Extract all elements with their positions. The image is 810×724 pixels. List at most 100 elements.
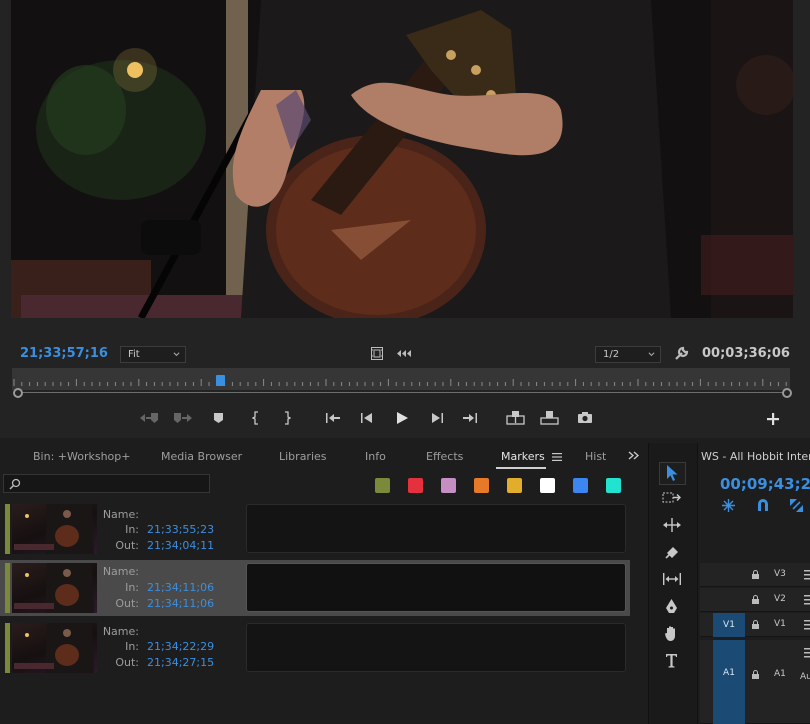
insert-icon[interactable] bbox=[506, 410, 525, 425]
program-monitor: 21;33;57;16 Fit 1/2 00;03;36;06 bbox=[0, 0, 810, 438]
marker-color-filter-cyan[interactable] bbox=[606, 478, 621, 493]
playback-resolution-select[interactable]: 1/2 bbox=[595, 346, 661, 363]
lock-icon[interactable] bbox=[751, 670, 760, 680]
marker-out-value[interactable]: 21;34;04;11 bbox=[147, 539, 214, 552]
marker-out-value[interactable]: 21;34;27;15 bbox=[147, 656, 214, 669]
track-label: V2 bbox=[774, 594, 786, 604]
play-icon[interactable] bbox=[395, 411, 409, 425]
mark-out-icon[interactable] bbox=[283, 411, 291, 425]
add-button-icon[interactable] bbox=[767, 413, 779, 425]
linked-selection-icon[interactable] bbox=[789, 498, 804, 513]
safe-margins-icon[interactable] bbox=[371, 347, 383, 360]
lock-icon[interactable] bbox=[751, 595, 760, 605]
video-still bbox=[11, 0, 793, 318]
marker-color-strip bbox=[5, 504, 10, 554]
duration-timecode: 00;03;36;06 bbox=[702, 346, 790, 361]
zoom-handle-left[interactable] bbox=[13, 388, 23, 398]
sync-lock-icon[interactable] bbox=[804, 620, 810, 630]
marker-in-label: In: bbox=[125, 640, 139, 653]
marker-out-label: Out: bbox=[115, 539, 139, 552]
chevron-down-icon bbox=[173, 352, 180, 357]
marker-color-filter-orange[interactable] bbox=[474, 478, 489, 493]
marker-comment-field[interactable] bbox=[246, 504, 626, 553]
marker-out-value[interactable]: 21;34;11;06 bbox=[147, 597, 214, 610]
marker-search-input[interactable] bbox=[3, 474, 210, 493]
tab-libraries[interactable]: Libraries bbox=[279, 450, 327, 463]
marker-color-filter-blue[interactable] bbox=[573, 478, 588, 493]
sequence-tab[interactable]: WS - All Hobbit Intervi bbox=[701, 450, 810, 463]
slip-tool-icon[interactable] bbox=[662, 572, 682, 586]
panel-menu-icon[interactable] bbox=[552, 453, 562, 461]
marker-color-filter-yellow[interactable] bbox=[507, 478, 522, 493]
marker-row-selected[interactable]: Name: In: 21;34;11;06 Out: 21;34;11;06 bbox=[0, 560, 630, 616]
tab-effects[interactable]: Effects bbox=[426, 450, 463, 463]
marker-name-label: Name: bbox=[102, 508, 139, 521]
ripple-edit-tool-icon[interactable] bbox=[662, 518, 682, 532]
timeline-timecode[interactable]: 00;09;43;29 bbox=[720, 475, 810, 493]
sync-lock-icon[interactable] bbox=[804, 648, 810, 658]
selection-tool-icon[interactable] bbox=[666, 464, 679, 482]
marker-in-value[interactable]: 21;34;22;29 bbox=[147, 640, 214, 653]
snap-magnet-icon[interactable] bbox=[756, 498, 770, 512]
overwrite-icon[interactable] bbox=[540, 410, 559, 425]
track-v3[interactable]: V3 bbox=[700, 563, 810, 587]
zoom-level-value: Fit bbox=[128, 349, 140, 360]
go-to-next-marker-icon[interactable] bbox=[173, 412, 193, 424]
add-marker-icon[interactable] bbox=[213, 412, 224, 424]
marker-color-strip bbox=[5, 563, 10, 613]
hand-tool-icon[interactable] bbox=[664, 625, 679, 642]
wrench-icon[interactable] bbox=[674, 346, 689, 361]
tab-media-browser[interactable]: Media Browser bbox=[161, 450, 242, 463]
chevron-down-icon bbox=[648, 352, 655, 357]
marker-thumbnail bbox=[12, 623, 97, 673]
marker-color-filter-red[interactable] bbox=[408, 478, 423, 493]
video-frame bbox=[11, 0, 793, 318]
lock-icon[interactable] bbox=[751, 620, 760, 630]
go-to-out-icon[interactable] bbox=[462, 412, 478, 424]
tab-history[interactable]: Hist bbox=[585, 450, 606, 463]
marker-comment-field[interactable] bbox=[246, 563, 626, 612]
marker-name-label: Name: bbox=[102, 625, 139, 638]
razor-tool-icon[interactable] bbox=[664, 544, 680, 560]
mark-in-icon[interactable] bbox=[252, 411, 260, 425]
marker-color-filter-rose[interactable] bbox=[441, 478, 456, 493]
tab-bin[interactable]: Bin: +Workshop+ bbox=[33, 450, 130, 463]
zoom-handle-right[interactable] bbox=[782, 388, 792, 398]
marker-in-value[interactable]: 21;34;11;06 bbox=[147, 581, 214, 594]
marker-row[interactable]: Name: In: 21;33;55;23 Out: 21;34;04;11 bbox=[0, 503, 630, 559]
zoom-level-select[interactable]: Fit bbox=[120, 346, 186, 363]
track-v2[interactable]: V2 bbox=[700, 588, 810, 612]
marker-color-strip bbox=[5, 623, 10, 673]
tabs-overflow-icon[interactable] bbox=[628, 451, 640, 460]
lock-icon[interactable] bbox=[751, 570, 760, 580]
multicam-icon[interactable] bbox=[397, 349, 411, 358]
monitor-time-ruler[interactable] bbox=[12, 368, 790, 390]
sync-lock-icon[interactable] bbox=[804, 595, 810, 605]
step-forward-icon[interactable] bbox=[430, 412, 444, 424]
current-timecode[interactable]: 21;33;57;16 bbox=[20, 346, 108, 361]
sync-lock-icon[interactable] bbox=[804, 570, 810, 580]
zoom-range-bar[interactable] bbox=[21, 392, 783, 393]
marker-in-label: In: bbox=[125, 581, 139, 594]
pen-tool-icon[interactable] bbox=[664, 598, 679, 615]
step-back-icon[interactable] bbox=[360, 412, 374, 424]
marker-in-value[interactable]: 21;33;55;23 bbox=[147, 523, 214, 536]
type-tool-icon[interactable] bbox=[665, 653, 678, 668]
marker-row[interactable]: Name: In: 21;34;22;29 Out: 21;34;27;15 bbox=[0, 622, 630, 678]
marker-color-filter-white[interactable] bbox=[540, 478, 555, 493]
nest-toggle-icon[interactable] bbox=[721, 498, 736, 513]
go-to-previous-marker-icon[interactable] bbox=[139, 412, 159, 424]
marker-out-label: Out: bbox=[115, 597, 139, 610]
playhead[interactable] bbox=[216, 375, 225, 386]
source-patch-a1[interactable]: A1 bbox=[713, 640, 745, 724]
track-label: A1 bbox=[774, 669, 786, 679]
tab-info[interactable]: Info bbox=[365, 450, 386, 463]
track-select-tool-icon[interactable] bbox=[662, 490, 681, 506]
marker-comment-field[interactable] bbox=[246, 623, 626, 672]
tab-markers[interactable]: Markers bbox=[501, 450, 545, 463]
marker-in-label: In: bbox=[125, 523, 139, 536]
go-to-in-icon[interactable] bbox=[325, 412, 341, 424]
marker-color-filter-green[interactable] bbox=[375, 478, 390, 493]
source-patch-v1[interactable]: V1 bbox=[713, 613, 745, 637]
export-frame-icon[interactable] bbox=[577, 411, 593, 424]
